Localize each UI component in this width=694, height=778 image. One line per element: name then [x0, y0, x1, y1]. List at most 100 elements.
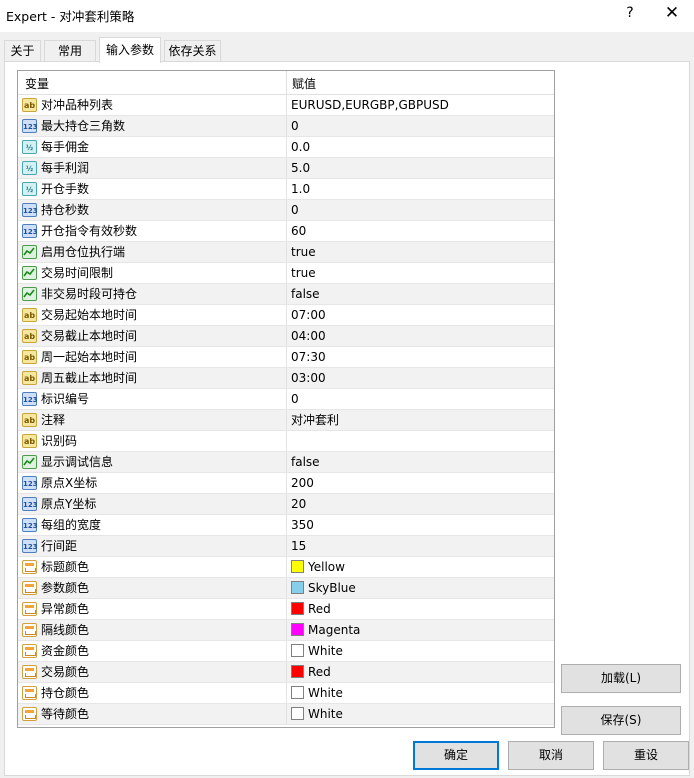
tab-common[interactable]: 常用: [44, 40, 96, 62]
value-text: 07:00: [291, 308, 326, 322]
table-row[interactable]: ab 对冲品种列表 EURUSD,EURGBP,GBPUSD: [18, 95, 554, 116]
table-row[interactable]: 显示调试信息 false: [18, 452, 554, 473]
table-row[interactable]: 标题颜色 Yellow: [18, 557, 554, 578]
table-row[interactable]: 123 原点Y坐标 20: [18, 494, 554, 515]
help-icon[interactable]: ?: [620, 2, 640, 24]
value-cell[interactable]: 03:00: [287, 368, 554, 388]
value-cell[interactable]: 07:30: [287, 347, 554, 367]
value-cell[interactable]: Magenta: [287, 620, 554, 640]
table-row[interactable]: ½ 每手佣金 0.0: [18, 137, 554, 158]
value-cell[interactable]: 07:00: [287, 305, 554, 325]
tab-dependencies[interactable]: 依存关系: [164, 40, 221, 62]
value-cell[interactable]: White: [287, 683, 554, 703]
value-cell[interactable]: true: [287, 263, 554, 283]
value-text: 350: [291, 518, 314, 532]
value-cell[interactable]: Yellow: [287, 557, 554, 577]
variable-cell: ab 交易起始本地时间: [18, 305, 287, 325]
table-row[interactable]: 等待颜色 White: [18, 704, 554, 725]
table-row[interactable]: 123 持仓秒数 0: [18, 200, 554, 221]
table-row[interactable]: 123 标识编号 0: [18, 389, 554, 410]
table-row[interactable]: ab 注释 对冲套利: [18, 410, 554, 431]
tab-inputs[interactable]: 输入参数: [99, 37, 161, 63]
value-cell[interactable]: false: [287, 284, 554, 304]
table-row[interactable]: 123 原点X坐标 200: [18, 473, 554, 494]
column-header-variable[interactable]: 变量: [18, 71, 287, 95]
table-row[interactable]: 交易颜色 Red: [18, 662, 554, 683]
table-row[interactable]: 123 行间距 15: [18, 536, 554, 557]
value-cell[interactable]: White: [287, 641, 554, 661]
value-cell[interactable]: White: [287, 704, 554, 724]
value-cell[interactable]: 0: [287, 389, 554, 409]
value-cell[interactable]: 350: [287, 515, 554, 535]
variable-name: 每手佣金: [41, 140, 90, 154]
value-cell[interactable]: 0.0: [287, 137, 554, 157]
value-cell[interactable]: Red: [287, 662, 554, 682]
double-type-icon: ½: [22, 161, 37, 175]
table-row[interactable]: 隔线颜色 Magenta: [18, 620, 554, 641]
table-row[interactable]: 123 最大持仓三角数 0: [18, 116, 554, 137]
table-row[interactable]: 异常颜色 Red: [18, 599, 554, 620]
color-type-icon: [22, 581, 37, 595]
table-header: 变量 赋值: [18, 71, 554, 95]
table-row[interactable]: 123 开仓指令有效秒数 60: [18, 221, 554, 242]
table-row[interactable]: ab 交易起始本地时间 07:00: [18, 305, 554, 326]
value-cell[interactable]: 5.0: [287, 158, 554, 178]
table-row[interactable]: 资金颜色 White: [18, 641, 554, 662]
variable-cell: 异常颜色: [18, 599, 287, 619]
variable-name: 对冲品种列表: [41, 98, 114, 112]
table-row[interactable]: ½ 开仓手数 1.0: [18, 179, 554, 200]
value-cell[interactable]: 0: [287, 200, 554, 220]
variable-cell: 交易颜色: [18, 662, 287, 682]
table-row[interactable]: 参数颜色 SkyBlue: [18, 578, 554, 599]
variable-cell: 非交易时段可持仓: [18, 284, 287, 304]
variable-name: 隔线颜色: [41, 623, 90, 637]
value-cell[interactable]: 15: [287, 536, 554, 556]
value-cell[interactable]: Red: [287, 599, 554, 619]
value-cell[interactable]: [287, 431, 554, 451]
color-swatch: [291, 665, 304, 678]
table-row[interactable]: ab 周一起始本地时间 07:30: [18, 347, 554, 368]
value-cell[interactable]: SkyBlue: [287, 578, 554, 598]
color-swatch: [291, 602, 304, 615]
value-cell[interactable]: 20: [287, 494, 554, 514]
table-row[interactable]: 交易时间限制 true: [18, 263, 554, 284]
variable-cell: ab 注释: [18, 410, 287, 430]
reset-button[interactable]: 重设: [603, 741, 689, 770]
value-cell[interactable]: EURUSD,EURGBP,GBPUSD: [287, 95, 554, 115]
value-text: 03:00: [291, 371, 326, 385]
value-cell[interactable]: 对冲套利: [287, 410, 554, 430]
bool-type-icon: [22, 455, 37, 469]
table-row[interactable]: ab 交易截止本地时间 04:00: [18, 326, 554, 347]
variable-cell: 启用仓位执行端: [18, 242, 287, 262]
value-cell[interactable]: true: [287, 242, 554, 262]
variable-cell: ab 周五截止本地时间: [18, 368, 287, 388]
value-cell[interactable]: 200: [287, 473, 554, 493]
column-header-value[interactable]: 赋值: [287, 71, 554, 95]
value-cell[interactable]: false: [287, 452, 554, 472]
table-row[interactable]: ab 识别码: [18, 431, 554, 452]
integer-type-icon: 123: [22, 497, 38, 511]
variable-name: 异常颜色: [41, 602, 90, 616]
cancel-button[interactable]: 取消: [508, 741, 594, 770]
string-type-icon: ab: [22, 350, 37, 364]
value-text: White: [308, 686, 343, 700]
close-icon[interactable]: ✕: [660, 2, 684, 24]
tab-about[interactable]: 关于: [4, 40, 41, 62]
table-row[interactable]: 启用仓位执行端 true: [18, 242, 554, 263]
table-row[interactable]: 持仓颜色 White: [18, 683, 554, 704]
table-row[interactable]: 非交易时段可持仓 false: [18, 284, 554, 305]
table-row[interactable]: ab 周五截止本地时间 03:00: [18, 368, 554, 389]
string-type-icon: ab: [22, 329, 37, 343]
variable-cell: 隔线颜色: [18, 620, 287, 640]
value-cell[interactable]: 60: [287, 221, 554, 241]
parameter-table: 变量 赋值 ab 对冲品种列表 EURUSD,EURGBP,GBPUSD 123 最大持…: [17, 70, 555, 728]
table-row[interactable]: ½ 每手利润 5.0: [18, 158, 554, 179]
value-cell[interactable]: 1.0: [287, 179, 554, 199]
save-button[interactable]: 保存(S): [561, 706, 681, 735]
variable-name: 资金颜色: [41, 644, 90, 658]
value-cell[interactable]: 0: [287, 116, 554, 136]
value-cell[interactable]: 04:00: [287, 326, 554, 346]
load-button[interactable]: 加载(L): [561, 664, 681, 693]
table-row[interactable]: 123 每组的宽度 350: [18, 515, 554, 536]
ok-button[interactable]: 确定: [413, 741, 499, 770]
